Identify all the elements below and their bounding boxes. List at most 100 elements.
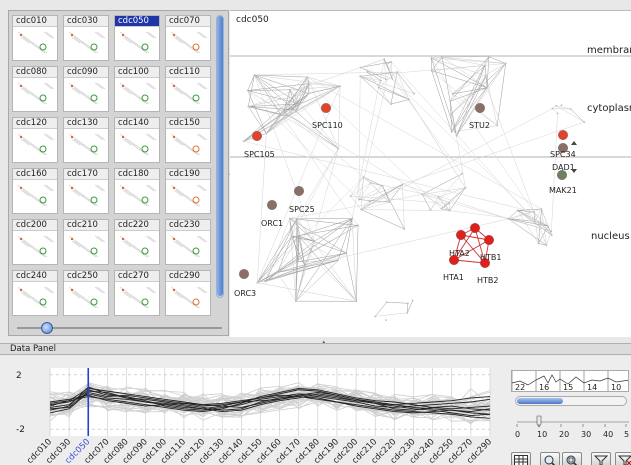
network-node-minor <box>366 70 369 73</box>
network-node-minor <box>276 271 279 274</box>
network-edge <box>431 56 443 59</box>
network-scrollbar[interactable] <box>569 140 579 174</box>
network-view[interactable]: cdc050 membrane cytoplasm nucleus SPC110… <box>230 10 631 337</box>
network-node-minor <box>288 114 290 117</box>
network-edge <box>277 218 353 273</box>
thumbnail-preview <box>68 184 106 207</box>
network-node-minor <box>537 242 540 245</box>
expression-plot[interactable]: 2 -2 cdc010 cdc030 cdc050 cdc070 cdc080 cdc090 c… <box>12 362 508 465</box>
thumbnail-marker <box>192 94 200 102</box>
thumbnail-cdc220[interactable]: cdc220 <box>114 219 160 265</box>
node-orc1[interactable] <box>267 200 277 210</box>
thumbnail-cdc210[interactable]: cdc210 <box>63 219 109 265</box>
network-node-minor <box>408 98 410 101</box>
range-slider-fill[interactable] <box>517 398 563 404</box>
node-hta2-b[interactable] <box>470 223 480 233</box>
thumbnail-cdc050[interactable]: cdc050 <box>114 15 160 61</box>
thumbnail-label: cdc230 <box>166 220 210 231</box>
network-node-minor <box>451 93 454 95</box>
thumbnail-cdc120[interactable]: cdc120 <box>12 117 58 163</box>
network-node-minor <box>555 104 558 107</box>
thumbnail-label: cdc100 <box>115 67 159 78</box>
node-htb1[interactable] <box>484 235 494 245</box>
thumbnail-cdc240[interactable]: cdc240 <box>12 270 58 316</box>
filter-clear-icon <box>618 455 631 465</box>
node-spc105[interactable] <box>252 131 262 141</box>
y-tick-2: 2 <box>16 371 22 381</box>
thumbnail-cdc140[interactable]: cdc140 <box>114 117 160 163</box>
thumbnail-cdc160[interactable]: cdc160 <box>12 168 58 214</box>
thumbnail-cdc030[interactable]: cdc030 <box>63 15 109 61</box>
zoom-fit-button[interactable] <box>562 452 582 465</box>
thumbnail-zoom-slider[interactable] <box>17 322 222 334</box>
thumbnail-cdc080[interactable]: cdc080 <box>12 66 58 112</box>
network-node-minor <box>441 56 443 58</box>
thumbnail-label: cdc080 <box>13 67 57 78</box>
network-node-minor <box>242 140 245 143</box>
thumbnail-cdc270[interactable]: cdc270 <box>114 270 160 316</box>
network-node-minor <box>569 108 572 110</box>
node-stu2[interactable] <box>475 103 485 113</box>
network-canvas[interactable] <box>230 11 631 338</box>
thumbnail-cdc100[interactable]: cdc100 <box>114 66 160 112</box>
node-orc3[interactable] <box>239 269 249 279</box>
thumbnail-dot <box>19 186 23 190</box>
network-node-minor <box>516 209 519 212</box>
thumbnail-cdc230[interactable]: cdc230 <box>165 219 211 265</box>
thumbnail-cdc200[interactable]: cdc200 <box>12 219 58 265</box>
network-node-minor <box>256 281 259 284</box>
thumbnail-cdc180[interactable]: cdc180 <box>114 168 160 214</box>
zoom-in-icon <box>544 455 556 465</box>
zoom-in-button[interactable] <box>540 452 560 465</box>
overview-strip[interactable]: 22 16 15 14 10 <box>511 370 629 392</box>
thumbnail-dot <box>172 186 176 190</box>
node-spc34[interactable] <box>558 130 568 140</box>
network-node-minor <box>290 235 293 238</box>
slider-knob[interactable] <box>41 322 53 334</box>
scrollbar-thumb[interactable] <box>217 16 223 296</box>
network-edge <box>551 113 558 232</box>
network-edge <box>361 209 450 211</box>
thumbnail-cdc190[interactable]: cdc190 <box>165 168 211 214</box>
thumbnail-cdc130[interactable]: cdc130 <box>63 117 109 163</box>
thumbnail-preview <box>170 184 208 207</box>
thumbnail-cdc170[interactable]: cdc170 <box>63 168 109 214</box>
thumbnail-preview <box>17 235 55 258</box>
node-spc25[interactable] <box>294 186 304 196</box>
network-node-minor <box>381 185 384 187</box>
thumbnail-cdc110[interactable]: cdc110 <box>165 66 211 112</box>
node-hta2[interactable] <box>456 230 466 240</box>
network-node-minor <box>507 217 510 220</box>
thumbnail-cdc070[interactable]: cdc070 <box>165 15 211 61</box>
network-node-minor <box>504 62 507 65</box>
network-edge <box>247 74 255 91</box>
thumbnail-label: cdc010 <box>13 16 57 27</box>
strip-number: 10 <box>611 383 621 392</box>
thumbnail-label: cdc090 <box>64 67 108 78</box>
network-node-minor <box>401 183 404 186</box>
thumbnail-cdc290[interactable]: cdc290 <box>165 270 211 316</box>
thumbnail-preview <box>119 133 157 156</box>
network-edge <box>431 70 452 132</box>
heatmap-button[interactable] <box>511 452 531 465</box>
thumbnail-cdc010[interactable]: cdc010 <box>12 15 58 61</box>
range-slider[interactable] <box>515 396 627 406</box>
filter-clear-button[interactable] <box>615 452 631 465</box>
network-edge <box>350 195 450 204</box>
heatmap-icon <box>514 455 528 465</box>
filter-button[interactable] <box>591 452 611 465</box>
thumbnail-cdc250[interactable]: cdc250 <box>63 270 109 316</box>
thumbnail-dot <box>70 186 74 190</box>
node-spc110[interactable] <box>321 103 331 113</box>
network-edge <box>452 93 535 213</box>
network-node-minor <box>449 100 452 103</box>
thumbnail-marker <box>192 196 200 204</box>
expression-chart[interactable]: 2-2cdc010cdc030cdc050cdc070cdc080cdc090c… <box>12 362 508 465</box>
thumbnail-cdc090[interactable]: cdc090 <box>63 66 109 112</box>
network-node-minor <box>551 107 554 110</box>
region-label-nucleus: nucleus <box>591 231 630 242</box>
network-node-minor <box>464 186 467 189</box>
thumbnail-marker <box>90 298 98 306</box>
thumbnail-scrollbar[interactable] <box>216 15 224 298</box>
thumbnail-cdc150[interactable]: cdc150 <box>165 117 211 163</box>
